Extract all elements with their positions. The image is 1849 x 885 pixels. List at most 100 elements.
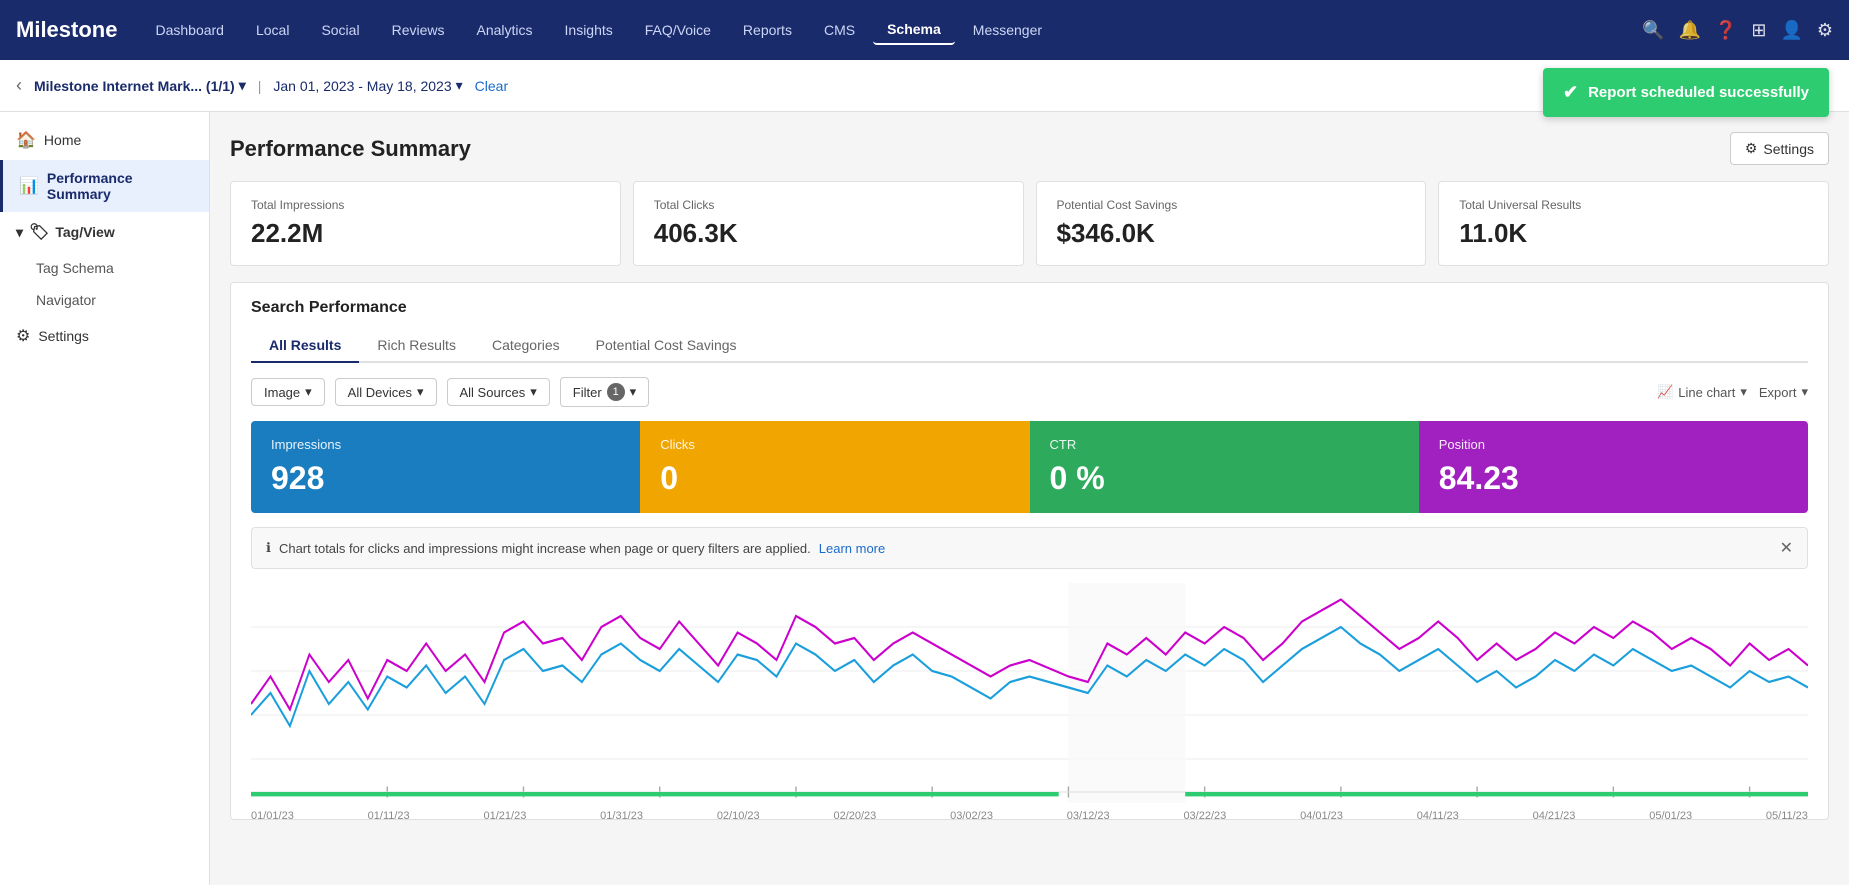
filter-sources-button[interactable]: All Sources ▾ <box>447 378 550 406</box>
sidebar-item-navigator[interactable]: Navigator <box>0 284 209 316</box>
x-label-4: 02/10/23 <box>717 810 760 822</box>
nav-reports[interactable]: Reports <box>729 16 806 44</box>
breadcrumb-clear-button[interactable]: Clear <box>475 78 508 94</box>
chevron-down-icon: ▾ <box>1801 384 1808 400</box>
filter-badge: 1 <box>607 383 625 401</box>
metric-tiles: Impressions 928 Clicks 0 CTR 0 % Positio… <box>251 421 1808 513</box>
stats-row: Total Impressions 22.2M Total Clicks 406… <box>230 181 1829 266</box>
sidebar-tag-schema-label: Tag Schema <box>36 260 114 276</box>
grid-icon[interactable]: ⊞ <box>1751 20 1766 41</box>
filter-button[interactable]: Filter 1 ▾ <box>560 377 649 407</box>
filter-type-button[interactable]: Image ▾ <box>251 378 325 406</box>
stat-cost-label: Potential Cost Savings <box>1057 198 1406 212</box>
line-chart-icon: 📈 <box>1657 384 1673 400</box>
search-icon[interactable]: 🔍 <box>1642 20 1664 41</box>
nav-links: Dashboard Local Social Reviews Analytics… <box>141 15 1642 45</box>
chart-icon: 📊 <box>19 176 39 196</box>
breadcrumb-back-button[interactable]: ‹ <box>16 75 22 96</box>
metric-tile-ctr[interactable]: CTR 0 % <box>1030 421 1419 513</box>
metric-ctr-label: CTR <box>1050 437 1399 452</box>
stat-impressions-value: 22.2M <box>251 218 600 249</box>
tab-all-results[interactable]: All Results <box>251 329 359 363</box>
chart-type-button[interactable]: 📈 Line chart ▾ <box>1657 384 1747 400</box>
metric-tile-clicks[interactable]: Clicks 0 <box>640 421 1029 513</box>
breadcrumb-separator: | <box>258 78 262 94</box>
chevron-down-icon: ▾ <box>630 384 637 400</box>
gear-icon[interactable]: ⚙ <box>1817 20 1833 41</box>
breadcrumb-location[interactable]: Milestone Internet Mark... (1/1) ▾ <box>34 77 246 94</box>
x-label-10: 04/11/23 <box>1417 810 1459 822</box>
x-label-8: 03/22/23 <box>1183 810 1226 822</box>
chevron-down-icon: ▾ <box>1740 384 1747 400</box>
chevron-down-icon: ▾ <box>530 384 537 400</box>
performance-chart <box>251 583 1808 803</box>
toast-notification: ✔ Report scheduled successfully <box>1543 68 1829 117</box>
help-icon[interactable]: ❓ <box>1715 20 1737 41</box>
sidebar-item-settings[interactable]: ⚙ Settings <box>0 316 209 356</box>
x-label-6: 03/02/23 <box>950 810 993 822</box>
stat-universal-value: 11.0K <box>1459 218 1808 249</box>
x-label-0: 01/01/23 <box>251 810 294 822</box>
info-bar: ℹ Chart totals for clicks and impression… <box>251 527 1808 569</box>
x-label-13: 05/11/23 <box>1766 810 1808 822</box>
nav-reviews[interactable]: Reviews <box>378 16 459 44</box>
x-label-2: 01/21/23 <box>484 810 527 822</box>
top-navigation: Milestone Dashboard Local Social Reviews… <box>0 0 1849 60</box>
stat-impressions-label: Total Impressions <box>251 198 600 212</box>
nav-dashboard[interactable]: Dashboard <box>141 16 238 44</box>
nav-insights[interactable]: Insights <box>551 16 627 44</box>
nav-analytics[interactable]: Analytics <box>462 16 546 44</box>
bell-icon[interactable]: 🔔 <box>1679 20 1701 41</box>
toast-message: Report scheduled successfully <box>1588 84 1809 101</box>
chart-container: 01/01/23 01/11/23 01/21/23 01/31/23 02/1… <box>251 583 1808 803</box>
metric-clicks-value: 0 <box>660 460 1009 497</box>
metric-impressions-value: 928 <box>271 460 620 497</box>
info-icon: ℹ <box>266 540 271 556</box>
info-bar-left: ℹ Chart totals for clicks and impression… <box>266 540 885 556</box>
chevron-down-icon: ▾ <box>16 224 23 241</box>
tab-rich-results[interactable]: Rich Results <box>359 329 474 363</box>
nav-social[interactable]: Social <box>307 16 373 44</box>
nav-schema[interactable]: Schema <box>873 15 955 45</box>
metric-position-label: Position <box>1439 437 1788 452</box>
metric-clicks-label: Clicks <box>660 437 1009 452</box>
metric-impressions-label: Impressions <box>271 437 620 452</box>
stat-card-impressions: Total Impressions 22.2M <box>230 181 621 266</box>
nav-local[interactable]: Local <box>242 16 303 44</box>
x-label-11: 04/21/23 <box>1533 810 1576 822</box>
nav-messenger[interactable]: Messenger <box>959 16 1056 44</box>
nav-cms[interactable]: CMS <box>810 16 869 44</box>
tab-potential-cost-savings[interactable]: Potential Cost Savings <box>578 329 755 363</box>
tag-icon: 🏷 <box>29 222 49 242</box>
metric-tile-impressions[interactable]: Impressions 928 <box>251 421 640 513</box>
x-label-5: 02/20/23 <box>833 810 876 822</box>
sidebar-item-performance-summary[interactable]: 📊 Performance Summary <box>0 160 209 212</box>
filter-devices-button[interactable]: All Devices ▾ <box>335 378 437 406</box>
sidebar-performance-label: Performance Summary <box>47 170 193 202</box>
checkmark-icon: ✔ <box>1563 82 1578 103</box>
user-icon[interactable]: 👤 <box>1780 20 1802 41</box>
chevron-down-icon: ▾ <box>417 384 424 400</box>
tab-categories[interactable]: Categories <box>474 329 578 363</box>
export-button[interactable]: Export ▾ <box>1759 384 1808 400</box>
sidebar-section-tag-view[interactable]: ▾ 🏷 Tag/View <box>0 212 209 252</box>
breadcrumb-date-range[interactable]: Jan 01, 2023 - May 18, 2023 ▾ <box>273 77 462 94</box>
metric-tile-position[interactable]: Position 84.23 <box>1419 421 1808 513</box>
x-label-9: 04/01/23 <box>1300 810 1343 822</box>
nav-icon-group: 🔍 🔔 ❓ ⊞ 👤 ⚙ <box>1642 20 1833 41</box>
sidebar-item-tag-schema[interactable]: Tag Schema <box>0 252 209 284</box>
search-performance-tabs: All Results Rich Results Categories Pote… <box>251 329 1808 363</box>
learn-more-link[interactable]: Learn more <box>819 541 885 556</box>
logo[interactable]: Milestone <box>16 17 117 43</box>
settings-gear-icon: ⚙ <box>1745 140 1758 157</box>
settings-icon: ⚙ <box>16 326 30 346</box>
nav-faqvoice[interactable]: FAQ/Voice <box>631 16 725 44</box>
sidebar-settings-label: Settings <box>38 328 89 344</box>
metric-position-value: 84.23 <box>1439 460 1788 497</box>
sidebar-item-home[interactable]: 🏠 Home <box>0 120 209 160</box>
stat-cost-value: $346.0K <box>1057 218 1406 249</box>
info-bar-text: Chart totals for clicks and impressions … <box>279 541 811 556</box>
page-settings-button[interactable]: ⚙ Settings <box>1730 132 1829 165</box>
info-close-button[interactable]: ✕ <box>1780 538 1793 558</box>
chart-x-labels: 01/01/23 01/11/23 01/21/23 01/31/23 02/1… <box>251 806 1808 822</box>
